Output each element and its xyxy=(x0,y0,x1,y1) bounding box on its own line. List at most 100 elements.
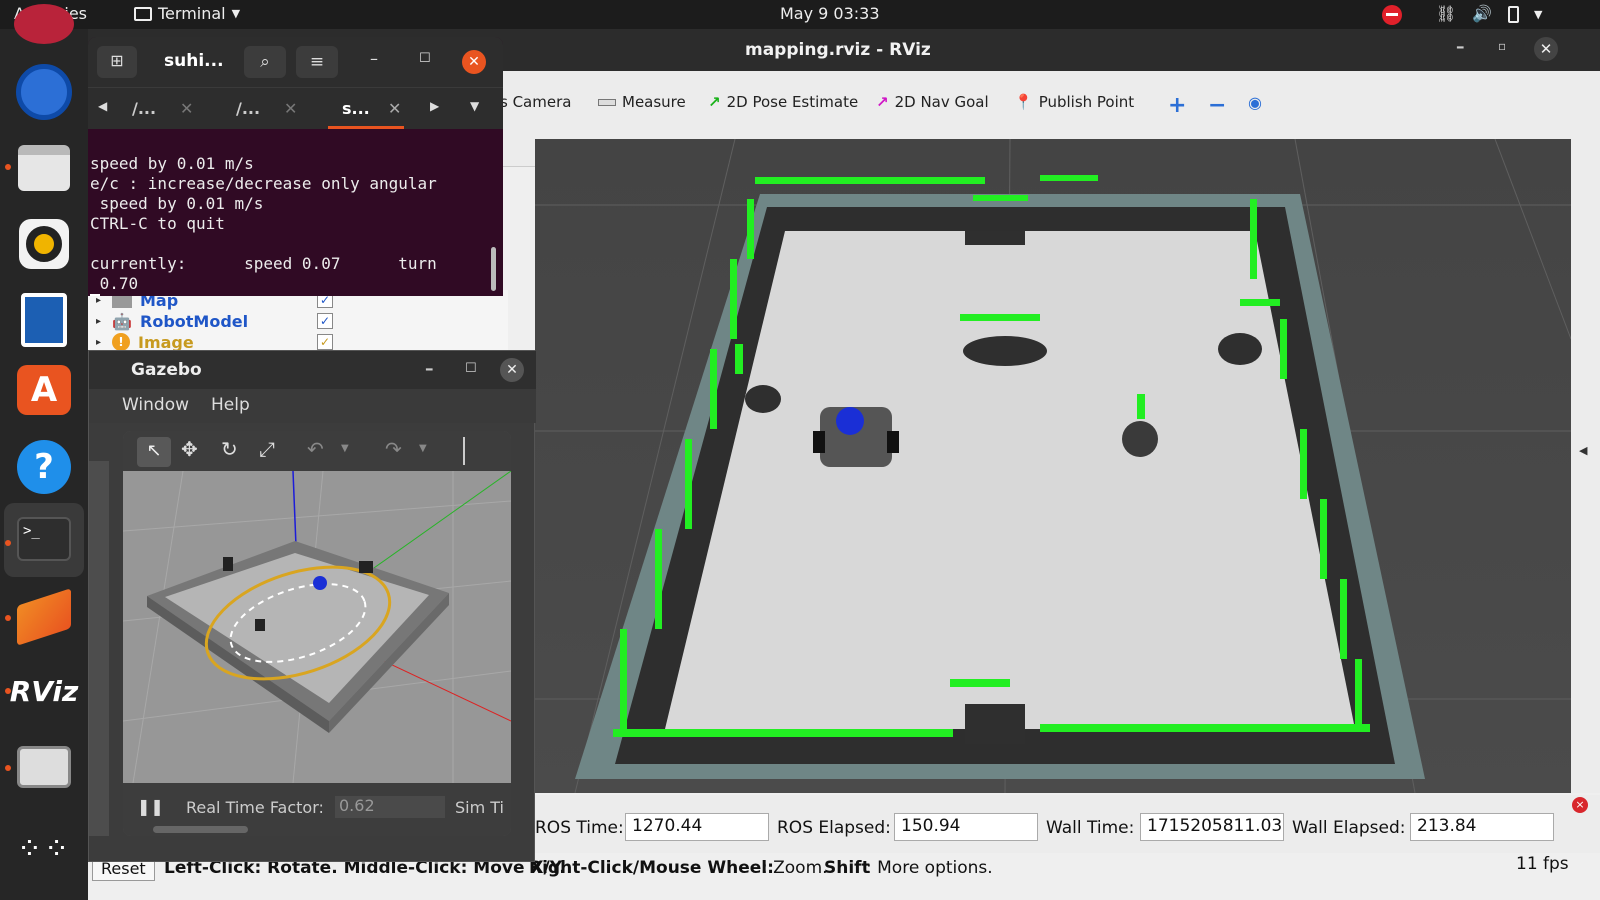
rtf-value: 0.62 xyxy=(335,796,445,818)
terminal-line: e/c : increase/decrease only angular xyxy=(90,174,437,193)
tool-2d-pose-estimate[interactable]: ↗ 2D Pose Estimate xyxy=(708,93,858,111)
display-checkbox[interactable]: ✓ xyxy=(317,313,333,329)
terminal-scrollbar[interactable] xyxy=(491,247,496,291)
network-icon[interactable]: ⛓ xyxy=(1436,4,1456,23)
ros-elapsed-field[interactable]: 150.94 xyxy=(894,813,1038,841)
ros-time-label: ROS Time: xyxy=(535,818,624,838)
maximize-button[interactable]: ☐ xyxy=(465,361,477,376)
tab-1[interactable]: /... xyxy=(132,99,156,118)
pause-icon[interactable]: ❚❚ xyxy=(137,797,164,816)
terminal-output[interactable]: speed by 0.01 m/s e/c : increase/decrease… xyxy=(88,129,503,296)
display-row-image[interactable]: ▸ ! Image ✓ xyxy=(88,332,333,352)
expand-arrow-icon[interactable]: ▸ xyxy=(96,337,108,348)
menu-icon[interactable]: ≡ xyxy=(296,46,338,78)
minimize-button[interactable]: – xyxy=(425,359,434,379)
display-row-robotmodel[interactable]: ▸ 🤖 RobotModel ✓ xyxy=(88,311,333,331)
close-button[interactable]: ✕ xyxy=(1534,37,1558,61)
terminal-icon[interactable]: >_ xyxy=(14,509,74,569)
tool-publish-point[interactable]: 📍 Publish Point xyxy=(1014,93,1134,111)
ruler-icon xyxy=(598,98,616,106)
tab-2[interactable]: /... xyxy=(236,99,260,118)
undo-icon[interactable]: ↶ xyxy=(307,437,324,461)
files-icon[interactable] xyxy=(14,138,74,198)
right-panel-edge[interactable]: ◀ xyxy=(1571,139,1600,793)
terminal-line: currently: speed 0.07 turn xyxy=(90,254,437,273)
select-tool-icon[interactable]: ↖ xyxy=(137,437,171,467)
maximize-button[interactable]: ▫ xyxy=(1498,39,1506,53)
green-arrow-icon: ↗ xyxy=(708,93,721,111)
thunderbird-icon[interactable] xyxy=(14,62,74,122)
add-tool-button[interactable]: + xyxy=(1168,93,1186,118)
map-obstacle xyxy=(963,336,1047,366)
image-viewer-icon[interactable] xyxy=(14,737,74,797)
tool-measure[interactable]: Measure xyxy=(598,93,686,111)
volume-icon[interactable]: 🔊 xyxy=(1472,4,1492,23)
gazebo-3d-scene[interactable] xyxy=(123,470,511,784)
layers-icon[interactable] xyxy=(14,587,74,647)
app-menu-label: Terminal xyxy=(158,4,226,23)
app-center-icon[interactable]: A xyxy=(14,360,74,420)
help-icon[interactable]: ? xyxy=(14,437,74,497)
expand-arrow-icon[interactable]: ▸ xyxy=(96,316,108,327)
rotate-tool-icon[interactable]: ↻ xyxy=(221,437,238,461)
dock-app-partial[interactable] xyxy=(14,4,74,44)
3d-viewport[interactable] xyxy=(535,139,1571,793)
gazebo-toolbar: ↖ ✥ ↻ ⤢ ↶ ▼ ↷ ▼ xyxy=(123,431,511,471)
display-checkbox[interactable]: ✓ xyxy=(317,334,333,350)
gazebo-bottom-bar: ❚❚ Real Time Factor: 0.62 Sim Ti xyxy=(123,783,511,836)
translate-tool-icon[interactable]: ✥ xyxy=(181,437,198,461)
tab-scroll-right-icon[interactable]: ▶ xyxy=(430,99,439,113)
maximize-button[interactable]: ☐ xyxy=(419,51,431,66)
menu-window[interactable]: Window xyxy=(89,395,189,415)
writer-icon[interactable] xyxy=(14,290,74,350)
toolbar-divider xyxy=(463,437,465,465)
ros-elapsed-label: ROS Elapsed: xyxy=(777,818,891,838)
do-not-disturb-icon[interactable] xyxy=(1382,5,1402,25)
horizontal-scrollbar[interactable] xyxy=(153,826,248,833)
ros-time-field[interactable]: 1270.44 xyxy=(625,813,769,841)
rviz-title: mapping.rviz - RViz xyxy=(745,40,931,60)
tab-close-icon[interactable]: ✕ xyxy=(180,99,193,118)
redo-icon[interactable]: ↷ xyxy=(385,437,402,461)
tab-close-icon[interactable]: ✕ xyxy=(284,99,297,118)
undo-dropdown-icon[interactable]: ▼ xyxy=(341,443,349,454)
warning-icon: ! xyxy=(112,333,130,351)
wall-time-label: Wall Time: xyxy=(1046,818,1135,838)
tool-2d-nav-goal[interactable]: ↗ 2D Nav Goal xyxy=(876,93,989,111)
new-tab-button[interactable]: ⊞ xyxy=(97,46,137,78)
close-button[interactable]: ✕ xyxy=(500,358,524,382)
system-menu-chevron-icon[interactable]: ▼ xyxy=(1534,8,1542,21)
search-icon[interactable]: ⌕ xyxy=(244,46,286,78)
terminal-headerbar[interactable]: ⊞ suhi... ⌕ ≡ – ☐ ✕ xyxy=(88,37,503,87)
scale-tool-icon[interactable]: ⤢ xyxy=(259,437,275,461)
gazebo-titlebar[interactable]: Gazebo – ☐ ✕ xyxy=(89,351,536,389)
hint-zoom: : Zoom. xyxy=(762,858,828,878)
top-bar: Activities Terminal ▼ May 9 03:33 ⛓ 🔊 ▼ xyxy=(0,0,1600,29)
expand-arrow-icon[interactable]: ▸ xyxy=(96,295,108,306)
tab-list-chevron-icon[interactable]: ▼ xyxy=(470,99,479,113)
running-indicator xyxy=(5,615,11,621)
panel-close-icon[interactable]: × xyxy=(1572,797,1588,813)
minimize-button[interactable]: – xyxy=(1456,37,1465,57)
battery-icon[interactable] xyxy=(1508,6,1519,23)
minimize-button[interactable]: – xyxy=(370,49,378,68)
redo-dropdown-icon[interactable]: ▼ xyxy=(419,443,427,454)
close-button[interactable]: ✕ xyxy=(462,50,486,74)
rviz-icon[interactable]: RViz xyxy=(10,661,79,721)
show-apps-icon[interactable]: ⁘⁘ xyxy=(14,819,74,879)
gazebo-window: Gazebo – ☐ ✕ Window Help ↖ ✥ ↻ ⤢ ↶ ▼ ↷ ▼ xyxy=(88,350,536,862)
app-menu[interactable]: Terminal ▼ xyxy=(134,4,240,23)
terminal-line: speed by 0.01 m/s xyxy=(90,154,254,173)
tool-camera[interactable]: s Camera xyxy=(500,93,571,111)
rhythmbox-icon[interactable] xyxy=(14,214,74,274)
tab-close-icon[interactable]: ✕ xyxy=(388,99,401,118)
menu-help[interactable]: Help xyxy=(211,395,250,415)
eye-icon[interactable]: ◉ xyxy=(1248,93,1262,112)
hint-shift: Shift xyxy=(824,858,870,878)
tab-3-active[interactable]: s... xyxy=(342,99,370,118)
clock[interactable]: May 9 03:33 xyxy=(780,4,880,23)
wall-elapsed-field[interactable]: 213.84 xyxy=(1410,813,1554,841)
remove-tool-button[interactable]: − xyxy=(1208,93,1226,118)
wall-time-field[interactable]: 1715205811.03 xyxy=(1140,813,1284,841)
tab-scroll-left-icon[interactable]: ◀ xyxy=(98,99,107,113)
